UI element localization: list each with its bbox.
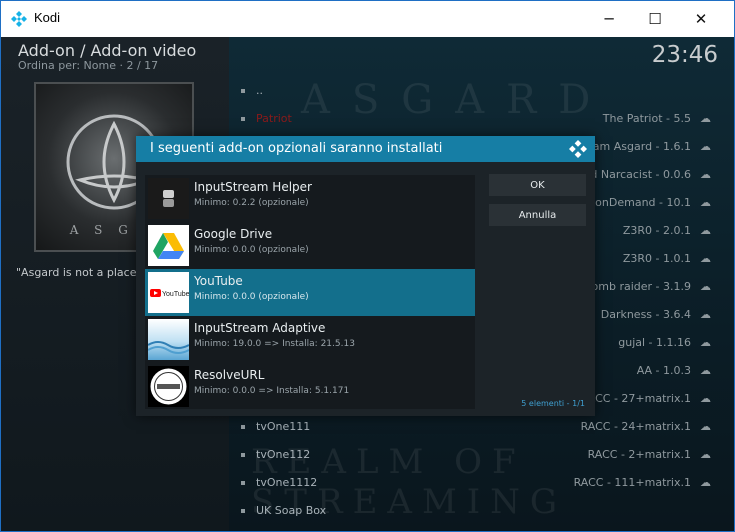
item-count-text: 5 elementi - [521,399,573,408]
item-version: Minimo: 0.0.0 (opzionale) [194,292,309,302]
list-bullet [241,481,245,485]
cloud-icon: ☁ [700,140,711,153]
item-count-page: 1/1 [572,399,585,408]
page-title: Add-on / Add-on video [18,41,197,60]
cloud-icon: ☁ [700,196,711,209]
list-item-author-version: RACC - 24+matrix.1 [580,420,691,433]
minimize-button[interactable]: ─ [586,1,632,37]
list-item-name: tvOne112 [256,448,311,461]
kodi-logo-icon [11,11,27,27]
close-button[interactable]: ✕ [678,1,724,37]
cloud-icon: ☁ [700,308,711,321]
dialog-header: I seguenti add-on opzionali saranno inst… [136,136,595,162]
list-item-author-version: AA - 1.0.3 [636,364,691,377]
svg-text:YouTube: YouTube [162,291,189,298]
list-item[interactable]: InputStream Adaptive Minimo: 19.0.0 => I… [145,316,475,363]
list-item-name: tvOne1112 [256,476,318,489]
list-item[interactable]: Google Drive Minimo: 0.0.0 (opzionale) [145,222,475,269]
cancel-button[interactable]: Annulla [489,204,586,226]
list-item[interactable]: .. [241,81,711,101]
clock: 23:46 [651,42,718,68]
cloud-icon: ☁ [700,336,711,349]
list-item-author-version: The Patriot - 5.5 [602,112,691,125]
list-item-author-version: tomb raider - 3.1.9 [587,280,691,293]
list-item-author-version: Team Asgard - 1.6.1 [581,140,691,153]
list-item-author-version: Z3R0 - 2.0.1 [622,224,691,237]
list-item[interactable]: YouTube YouTube Minimo: 0.0.0 (opzionale… [145,269,475,316]
list-item[interactable]: Patriot The Patriot - 5.5 ☁ [241,109,711,129]
ok-button[interactable]: OK [489,174,586,196]
list-item-author-version: Z3R0 - 1.0.1 [622,252,691,265]
cloud-icon: ☁ [700,224,711,237]
cloud-icon: ☁ [700,448,711,461]
list-item-author-version: RACC - 2+matrix.1 [587,448,691,461]
list-item-author-version: RACC - 111+matrix.1 [573,476,691,489]
item-name: InputStream Adaptive [194,321,326,335]
python-icon [148,178,189,219]
list-item-name: tvOne111 [256,420,311,433]
optional-addons-dialog: I seguenti add-on opzionali saranno inst… [136,136,595,416]
cloud-icon: ☁ [700,252,711,265]
list-item[interactable]: tvOne111 RACC - 24+matrix.1 ☁ [241,417,711,437]
list-item-author-version: RACC - 27+matrix.1 [580,392,691,405]
item-version: Minimo: 0.0.0 (opzionale) [194,245,309,255]
resolveurl-icon [148,366,189,407]
list-item-author-version: gujal - 1.1.16 [618,336,691,349]
cloud-icon: ☁ [700,364,711,377]
kodi-logo-icon [569,140,587,158]
cloud-icon: ☁ [700,392,711,405]
addon-install-list: InputStream Helper Minimo: 0.2.2 (opzion… [145,175,475,409]
list-bullet [241,117,245,121]
list-item[interactable]: InputStream Helper Minimo: 0.2.2 (opzion… [145,175,475,222]
addon-description: "Asgard is not a place, i [16,266,147,279]
cloud-icon: ☁ [700,280,711,293]
minimize-icon: ─ [604,10,614,28]
item-version: Minimo: 19.0.0 => Installa: 21.5.13 [194,339,355,349]
kodi-content: ASGARD REALM OF STREAMING Add-on / Add-o… [1,37,734,531]
list-item-author-version: Darkness - 3.6.4 [600,308,691,321]
list-bullet [241,453,245,457]
list-item-name: UK Soap Box [256,504,327,517]
item-name: InputStream Helper [194,180,312,194]
item-version: Minimo: 0.0.0 => Installa: 5.1.171 [194,386,350,396]
google-drive-icon [148,225,189,266]
list-bullet [241,89,245,93]
list-bullet [241,509,245,513]
kodi-window: Kodi ─ ☐ ✕ ASGARD REALM OF STREAMING Add… [0,0,735,532]
cloud-icon: ☁ [700,420,711,433]
list-item[interactable]: tvOne112 RACC - 2+matrix.1 ☁ [241,445,711,465]
youtube-icon: YouTube [148,272,189,313]
dialog-title: I seguenti add-on opzionali saranno inst… [150,141,443,156]
sort-info: Ordina per: Nome · 2 / 17 [18,59,159,72]
cloud-icon: ☁ [700,476,711,489]
cloud-icon: ☁ [700,168,711,181]
list-item[interactable]: ResolveURL Minimo: 0.0.0 => Installa: 5.… [145,363,475,410]
item-count: 5 elementi - 1/1 [521,399,585,408]
list-item[interactable]: UK Soap Box [241,501,711,521]
list-bullet [241,425,245,429]
close-icon: ✕ [694,10,708,28]
maximize-button[interactable]: ☐ [632,1,678,37]
window-title: Kodi [34,10,61,25]
list-item[interactable]: tvOne1112 RACC - 111+matrix.1 ☁ [241,473,711,493]
item-name: Google Drive [194,227,273,241]
maximize-icon: ☐ [648,10,662,28]
wave-icon [148,319,189,360]
list-item-name: Patriot [256,112,292,125]
item-name: YouTube [194,274,243,288]
list-item-name: .. [256,84,263,97]
title-bar: Kodi ─ ☐ ✕ [1,1,734,37]
cloud-icon: ☁ [700,112,711,125]
item-name: ResolveURL [194,368,265,382]
item-version: Minimo: 0.2.2 (opzionale) [194,198,309,208]
